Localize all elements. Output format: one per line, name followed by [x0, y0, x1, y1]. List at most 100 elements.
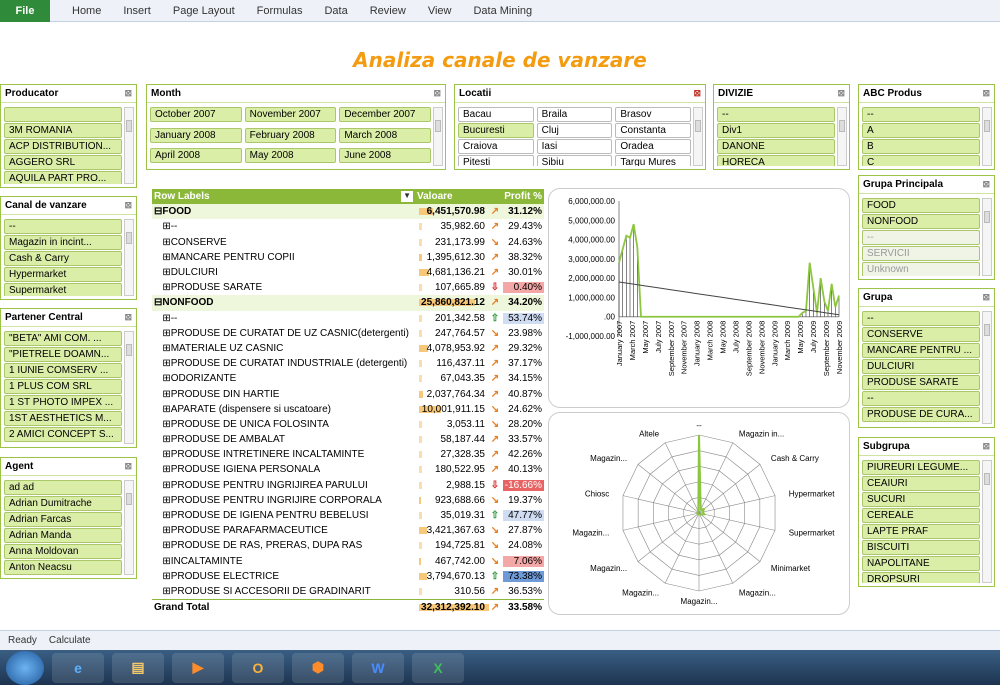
pivot-row[interactable]: ⊞PRODUSE SARATE 107,665.89 ⇩ 0.40%: [152, 280, 544, 295]
slicer-item[interactable]: December 2007: [339, 107, 431, 122]
slicer-item[interactable]: Magazin in incint...: [4, 235, 122, 250]
slicer-item[interactable]: May 2008: [244, 148, 337, 164]
ie-icon[interactable]: e: [52, 652, 104, 683]
slicer-item[interactable]: AGGERO SRL: [4, 155, 122, 170]
slicer-item[interactable]: Anna Moldovan: [4, 544, 122, 559]
slicer-item[interactable]: Cash & Carry: [4, 251, 122, 266]
pivot-row[interactable]: Grand Total 32,312,392.10 ↗ 33.58%: [152, 599, 544, 614]
pivot-row[interactable]: ⊟FOOD 6,451,570.98 ↗ 31.12%: [152, 204, 544, 220]
slicer-item[interactable]: Cluj: [536, 123, 613, 138]
slicer-item[interactable]: --: [862, 391, 980, 406]
slicer-item[interactable]: ad ad: [4, 480, 122, 495]
ribbon-tab[interactable]: Formulas: [257, 5, 303, 17]
slicer-item[interactable]: 1 IUNIE COMSERV ...: [4, 363, 122, 378]
scrollbar[interactable]: [837, 107, 847, 166]
slicer-item[interactable]: Anton Neacsu: [4, 560, 122, 575]
clear-filter-icon[interactable]: ⊠: [124, 200, 132, 211]
scrollbar[interactable]: [982, 198, 992, 276]
ribbon-tab[interactable]: Insert: [123, 5, 151, 17]
slicer-item[interactable]: June 2008: [339, 148, 431, 164]
slicer-item[interactable]: Bacau: [458, 107, 534, 122]
clear-filter-icon[interactable]: ⊠: [982, 88, 990, 99]
slicer-item[interactable]: November 2007: [244, 107, 337, 122]
scrollbar[interactable]: [124, 331, 134, 444]
pivot-row[interactable]: ⊞INCALTAMINTE 467,742.00 ↘ 7.06%: [152, 554, 544, 569]
slicer-item[interactable]: Brasov: [615, 107, 691, 122]
outlook-icon[interactable]: O: [232, 652, 284, 683]
slicer-item[interactable]: "BETA" AMI COM. ...: [4, 331, 122, 346]
slicer-item[interactable]: ACP DISTRIBUTION...: [4, 139, 122, 154]
slicer-item[interactable]: DANONE: [717, 139, 835, 154]
scrollbar[interactable]: [124, 107, 134, 184]
ribbon-tab[interactable]: Data Mining: [473, 5, 532, 17]
slicer-item[interactable]: --: [862, 230, 980, 245]
slicer-item[interactable]: Adrian Farcas: [4, 512, 122, 527]
row-labels-header[interactable]: Row Labels ▼: [152, 191, 417, 203]
pivot-row[interactable]: ⊞-- 201,342.58 ⇧ 53.74%: [152, 311, 544, 326]
clear-filter-icon[interactable]: ⊠: [837, 88, 845, 99]
slicer-item[interactable]: April 2008: [150, 148, 242, 164]
pivot-row[interactable]: ⊞-- 35,982.60 ↗ 29.43%: [152, 219, 544, 234]
slicer-item[interactable]: NONFOOD: [862, 214, 980, 229]
slicer-item[interactable]: January 2008: [150, 127, 242, 143]
pivot-row[interactable]: ⊞PRODUSE PENTRU INGRIJIREA PARULUI 2,988.…: [152, 478, 544, 493]
slicer-item[interactable]: DULCIURI: [862, 359, 980, 374]
pivot-row[interactable]: ⊞PRODUSE PARAFARMACEUTICE 3,421,367.63 ↘ 27…: [152, 523, 544, 538]
slicer-item[interactable]: B: [862, 139, 980, 154]
filter-dropdown-icon[interactable]: ▼: [401, 191, 413, 203]
slicer-item[interactable]: Targu Mures: [615, 155, 691, 166]
slicer-item[interactable]: CONSERVE: [862, 327, 980, 342]
pivot-row[interactable]: ⊞PRODUSE DE AMBALAT 58,187.44 ↗ 33.57%: [152, 432, 544, 447]
pivot-row[interactable]: ⊞MATERIALE UZ CASNIC 4,078,953.92 ↗ 29.32%: [152, 341, 544, 356]
scrollbar[interactable]: [433, 107, 443, 166]
slicer-item[interactable]: 3M ROMANIA: [4, 123, 122, 138]
scrollbar[interactable]: [982, 460, 992, 583]
slicer-item[interactable]: Bucuresti: [458, 123, 534, 138]
slicer-item[interactable]: Braila: [536, 107, 613, 122]
clear-filter-icon[interactable]: ⊠: [982, 292, 990, 303]
clear-filter-icon[interactable]: ⊠: [124, 312, 132, 323]
ribbon-tab[interactable]: Page Layout: [173, 5, 235, 17]
slicer-item[interactable]: 1 ST PHOTO IMPEX ...: [4, 395, 122, 410]
slicer-item[interactable]: --: [862, 311, 980, 326]
pivot-row[interactable]: ⊞PRODUSE DIN HARTIE 2,037,764.34 ↗ 40.87%: [152, 386, 544, 401]
slicer-item[interactable]: Supermarket: [4, 283, 122, 296]
slicer-item[interactable]: CEREALE: [862, 508, 980, 523]
pivot-row[interactable]: ⊞PRODUSE DE CURATAT DE UZ CASNIC(deterge…: [152, 326, 544, 341]
clear-filter-icon[interactable]: ⊠: [693, 88, 701, 99]
slicer-item[interactable]: A: [862, 123, 980, 138]
slicer-item[interactable]: PIUREURI LEGUME...: [862, 460, 980, 475]
pivot-row[interactable]: ⊞PRODUSE DE CURATAT INDUSTRIALE (deterge…: [152, 356, 544, 371]
pivot-row[interactable]: ⊞ODORIZANTE 67,043.35 ↗ 34.15%: [152, 371, 544, 386]
ribbon-tab[interactable]: Home: [72, 5, 101, 17]
clear-filter-icon[interactable]: ⊠: [124, 88, 132, 99]
slicer-item[interactable]: Hypermarket: [4, 267, 122, 282]
pivot-row[interactable]: ⊞CONSERVE 231,173.99 ↘ 24.63%: [152, 235, 544, 250]
pivot-row[interactable]: ⊞PRODUSE DE IGIENA PENTRU BEBELUSI 35,019…: [152, 508, 544, 523]
slicer-item[interactable]: --: [4, 219, 122, 234]
slicer-item[interactable]: C: [862, 155, 980, 166]
slicer-item[interactable]: Div1: [717, 123, 835, 138]
pivot-row[interactable]: ⊞PRODUSE PENTRU INGRIJIRE CORPORALA 923,6…: [152, 493, 544, 508]
slicer-item[interactable]: SUCURI: [862, 492, 980, 507]
slicer-item[interactable]: Pitesti: [458, 155, 534, 166]
slicer-item[interactable]: PRODUSE SARATE: [862, 375, 980, 390]
slicer-item[interactable]: PRODUSE DE CURA...: [862, 407, 980, 422]
slicer-item[interactable]: NAPOLITANE: [862, 556, 980, 571]
slicer-item[interactable]: 1 PLUS COM SRL: [4, 379, 122, 394]
slicer-item[interactable]: Craiova: [458, 139, 534, 154]
scrollbar[interactable]: [982, 107, 992, 166]
slicer-item[interactable]: February 2008: [244, 127, 337, 143]
slicer-item[interactable]: October 2007: [150, 107, 242, 122]
slicer-item[interactable]: [4, 107, 122, 122]
file-tab[interactable]: File: [0, 0, 50, 22]
excel-icon[interactable]: X: [412, 652, 464, 683]
slicer-item[interactable]: March 2008: [339, 127, 431, 143]
scrollbar[interactable]: [693, 107, 703, 166]
clear-filter-icon[interactable]: ⊠: [982, 441, 990, 452]
ribbon-tab[interactable]: Review: [370, 5, 406, 17]
slicer-item[interactable]: Unknown: [862, 262, 980, 276]
word-icon[interactable]: W: [352, 652, 404, 683]
pivot-row[interactable]: ⊟NONFOOD 25,860,821.12 ↗ 34.20%: [152, 295, 544, 311]
slicer-item[interactable]: "PIETRELE DOAMN...: [4, 347, 122, 362]
